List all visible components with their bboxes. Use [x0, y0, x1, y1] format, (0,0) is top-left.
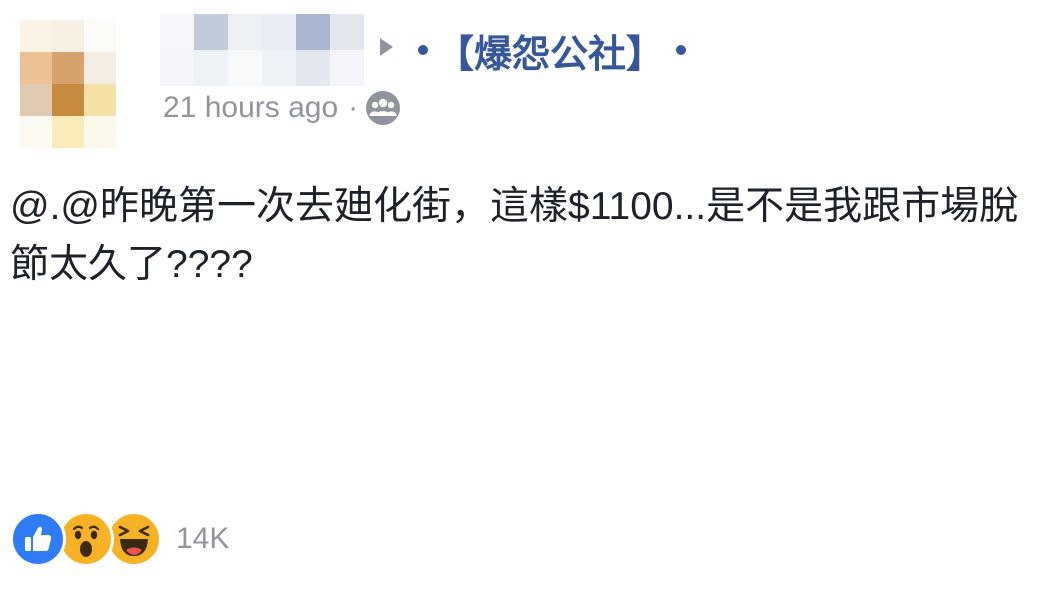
timestamp-link[interactable]: 21 hours ago: [163, 91, 338, 125]
facebook-post: 【爆怨公社】 21 hours ago · @.@昨晚第一次去廸化街，這樣$11…: [0, 0, 1060, 596]
post-text: @.@昨晚第一次去廸化街，這樣$1100...是不是我跟市場脫節太久了????: [10, 185, 1019, 286]
group-name-link[interactable]: 【爆怨公社】: [418, 28, 687, 76]
dot-icon: [676, 45, 687, 55]
meta-separator: ·: [348, 91, 359, 124]
group-icon[interactable]: [366, 91, 401, 125]
user-name-link[interactable]: [160, 14, 366, 86]
group-name[interactable]: 【爆怨公社】: [436, 23, 664, 78]
reaction-count[interactable]: 14K: [176, 522, 229, 556]
reactions-bar[interactable]: 14K: [10, 511, 229, 567]
avatar[interactable]: [20, 20, 116, 148]
like-icon[interactable]: [10, 511, 66, 567]
haha-icon[interactable]: [106, 511, 162, 567]
wow-icon[interactable]: [58, 511, 114, 567]
arrow-right-icon: [380, 38, 393, 56]
dot-icon: [418, 45, 428, 55]
post-meta: 21 hours ago ·: [163, 88, 401, 128]
